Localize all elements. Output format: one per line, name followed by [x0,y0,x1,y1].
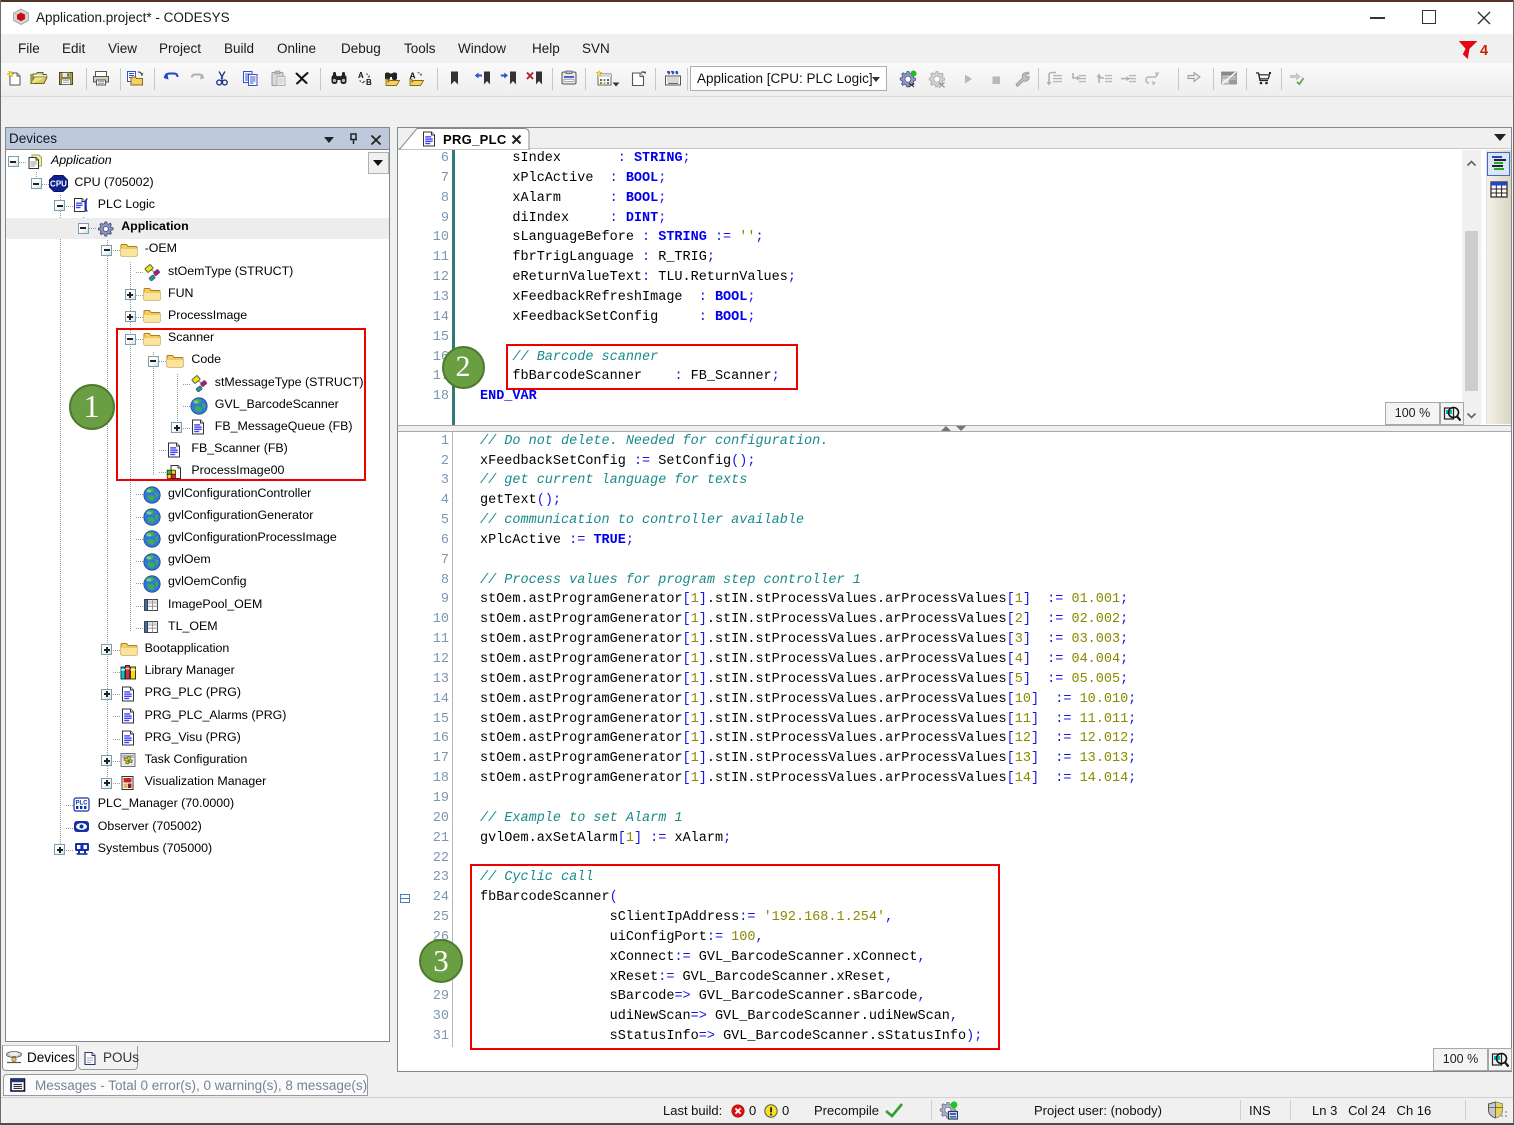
svg-text:PLC: PLC [75,800,88,806]
svg-text:CPU: CPU [50,180,67,189]
svg-text:B: B [366,78,372,87]
svg-text:A: A [358,71,364,80]
